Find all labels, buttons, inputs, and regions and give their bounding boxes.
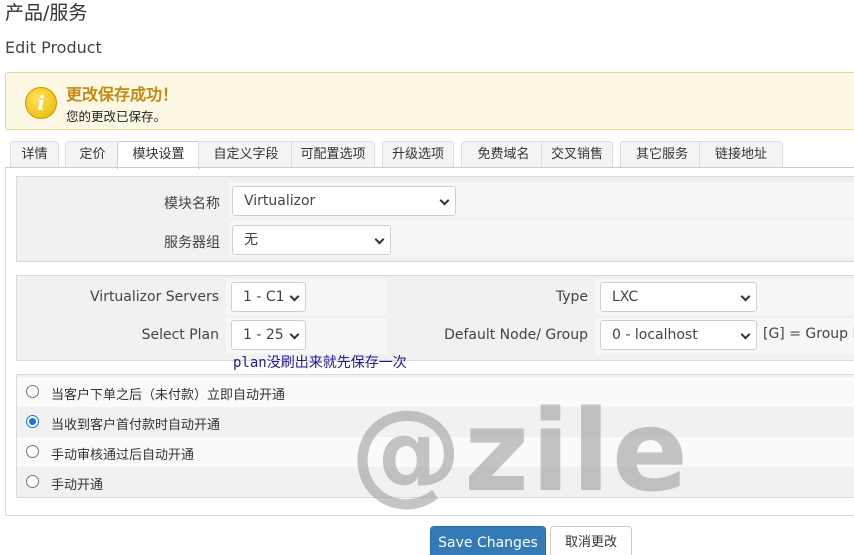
- provision-option-label: 当客户下单之后（未付款）立即自动开通: [51, 388, 286, 403]
- tab-free-domain[interactable]: 免费域名: [461, 141, 546, 168]
- tab-configurable-options[interactable]: 可配置选项: [291, 141, 375, 168]
- servers-label: Virtualizor Servers: [90, 289, 219, 305]
- radio-button[interactable]: [26, 475, 39, 488]
- tab-module-settings[interactable]: 模块设置: [117, 141, 200, 169]
- chevron-down-icon: [374, 234, 385, 245]
- tab-links[interactable]: 链接地址: [699, 141, 783, 168]
- node-value: 0 - localhost: [612, 327, 698, 343]
- provision-option-label: 当收到客户首付款时自动开通: [51, 418, 221, 433]
- node-hint: [G] = Group Na: [763, 326, 854, 342]
- tab-cross-sells[interactable]: 交叉销售: [541, 141, 613, 168]
- plan-label: Select Plan: [141, 327, 219, 343]
- radio-button[interactable]: [26, 385, 39, 398]
- page-subtitle: Edit Product: [5, 38, 102, 57]
- annotation-note: plan没刷出来就先保存一次: [233, 355, 407, 371]
- provision-option-label: 手动审核通过后自动开通: [51, 448, 195, 463]
- radio-button-checked[interactable]: [26, 415, 39, 428]
- server-group-value: 无: [244, 232, 258, 248]
- plan-value: 1 - 25: [243, 327, 284, 343]
- plan-select[interactable]: 1 - 25: [231, 320, 306, 350]
- chevron-down-icon: [740, 291, 751, 302]
- type-value: LXC: [612, 289, 639, 305]
- page-title: 产品/服务: [5, 2, 88, 24]
- node-label: Default Node/ Group: [444, 327, 588, 343]
- chevron-down-icon: [740, 329, 751, 340]
- alert-title: 更改保存成功！: [66, 85, 179, 104]
- type-select[interactable]: LXC: [600, 282, 757, 312]
- module-name-label: 模块名称: [164, 196, 220, 212]
- module-name-select[interactable]: Virtualizor: [232, 186, 456, 216]
- tab-custom-fields[interactable]: 自定义字段: [198, 141, 294, 168]
- tab-other-services[interactable]: 其它服务: [620, 141, 704, 168]
- module-name-value: Virtualizor: [244, 193, 316, 209]
- provision-option-label: 手动开通: [51, 478, 104, 493]
- tab-pricing[interactable]: 定价: [65, 141, 120, 168]
- radio-button[interactable]: [26, 445, 39, 458]
- servers-select[interactable]: 1 - C1: [231, 282, 306, 312]
- chevron-down-icon: [439, 195, 450, 206]
- server-group-select[interactable]: 无: [232, 225, 391, 255]
- servers-value: 1 - C1: [243, 289, 285, 305]
- success-alert: i 更改保存成功！ 您的更改已保存。: [5, 72, 854, 130]
- tab-upgrades[interactable]: 升级选项: [382, 141, 454, 168]
- info-icon-glyph: i: [37, 91, 45, 115]
- chevron-down-icon: [289, 291, 300, 302]
- server-group-label: 服务器组: [164, 235, 220, 251]
- node-select[interactable]: 0 - localhost: [600, 320, 757, 350]
- cancel-changes-button[interactable]: 取消更改: [550, 526, 632, 555]
- info-icon: i: [25, 87, 57, 119]
- tab-details[interactable]: 详情: [10, 141, 59, 168]
- type-label: Type: [555, 289, 588, 305]
- save-changes-button[interactable]: Save Changes: [430, 526, 546, 555]
- chevron-down-icon: [289, 329, 300, 340]
- alert-message: 您的更改已保存。: [66, 109, 167, 124]
- watermark: @zile: [350, 387, 690, 517]
